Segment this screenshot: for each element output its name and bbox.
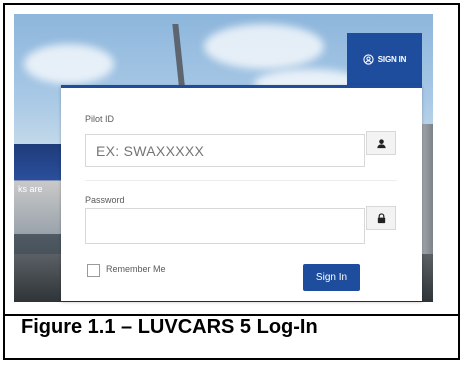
lock-icon — [377, 212, 385, 223]
pilot-id-addon — [366, 131, 396, 155]
signin-tab[interactable]: SIGN IN — [347, 33, 422, 85]
pilot-id-input[interactable] — [85, 134, 365, 167]
signin-tab-label: SIGN IN — [377, 54, 407, 64]
pilot-id-label: Pilot ID — [85, 114, 115, 124]
user-icon — [376, 138, 386, 148]
remember-me-checkbox[interactable] — [87, 264, 100, 277]
cloud — [204, 24, 324, 69]
login-card: Pilot ID Password Remember Me Sign In — [61, 85, 422, 301]
fuselage-text: ks are — [18, 184, 43, 194]
sign-in-button[interactable]: Sign In — [303, 264, 360, 291]
aircraft-tail — [172, 24, 186, 94]
figure-caption: Figure 1.1 – LUVCARS 5 Log-In — [21, 316, 318, 338]
password-input[interactable] — [85, 208, 365, 244]
cloud — [24, 44, 114, 84]
user-circle-icon — [363, 53, 374, 65]
divider — [85, 180, 397, 181]
remember-me-label[interactable]: Remember Me — [106, 264, 166, 274]
password-label: Password — [85, 195, 125, 205]
password-addon — [366, 206, 396, 230]
